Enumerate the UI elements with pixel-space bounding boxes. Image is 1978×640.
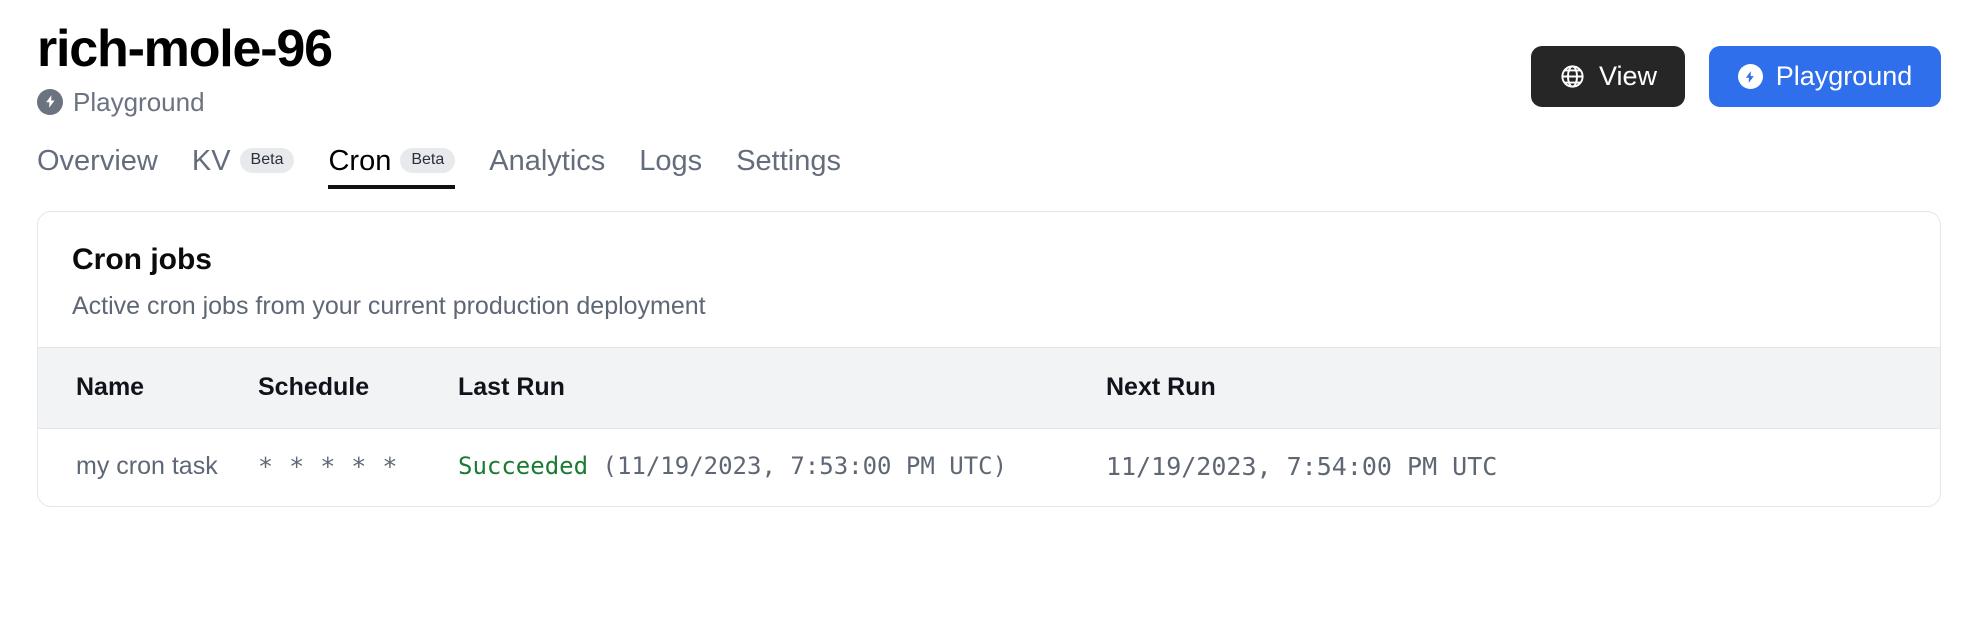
project-subtitle-label: Playground <box>73 89 205 115</box>
column-header-next-run: Next Run <box>1106 347 1940 428</box>
column-header-last-run: Last Run <box>458 347 1106 428</box>
tab-overview[interactable]: Overview <box>37 147 158 189</box>
card-header: Cron jobs Active cron jobs from your cur… <box>38 212 1940 347</box>
page-root: rich-mole-96 Playground <box>0 0 1978 640</box>
bolt-icon <box>1738 64 1763 89</box>
tab-analytics[interactable]: Analytics <box>489 147 605 189</box>
project-subtitle: Playground <box>37 89 332 115</box>
beta-badge: Beta <box>400 148 455 173</box>
tab-bar: Overview KV Beta Cron Beta Analytics Log… <box>37 137 1941 189</box>
column-header-name: Name <box>38 347 258 428</box>
view-button-label: View <box>1599 61 1657 92</box>
table-row: my cron task * * * * * Succeeded (11/19/… <box>38 428 1940 506</box>
beta-badge: Beta <box>240 148 295 173</box>
table-header-row: Name Schedule Last Run Next Run <box>38 347 1940 428</box>
tab-logs[interactable]: Logs <box>639 147 702 189</box>
tab-analytics-label: Analytics <box>489 147 605 176</box>
cron-jobs-table: Name Schedule Last Run Next Run my cron … <box>38 347 1940 507</box>
cell-job-last-run: Succeeded (11/19/2023, 7:53:00 PM UTC) <box>458 428 1106 506</box>
tab-settings-label: Settings <box>736 147 841 176</box>
globe-icon <box>1559 63 1586 90</box>
playground-button[interactable]: Playground <box>1709 46 1941 107</box>
card-description: Active cron jobs from your current produ… <box>72 291 1906 321</box>
column-header-schedule: Schedule <box>258 347 458 428</box>
cell-job-name: my cron task <box>38 428 258 506</box>
playground-button-label: Playground <box>1776 61 1913 92</box>
tab-kv[interactable]: KV Beta <box>192 147 295 189</box>
header-actions: View Playground <box>1531 22 1941 107</box>
tab-overview-label: Overview <box>37 147 158 176</box>
tab-cron[interactable]: Cron Beta <box>328 147 455 189</box>
project-title-block: rich-mole-96 Playground <box>37 22 332 115</box>
cell-job-schedule: * * * * * <box>258 428 458 506</box>
card-title: Cron jobs <box>72 242 1906 278</box>
table-header: Name Schedule Last Run Next Run <box>38 347 1940 428</box>
cell-job-next-run: 11/19/2023, 7:54:00 PM UTC <box>1106 428 1940 506</box>
tab-cron-label: Cron <box>328 147 391 176</box>
bolt-icon <box>37 89 63 115</box>
cron-jobs-card: Cron jobs Active cron jobs from your cur… <box>37 211 1941 508</box>
table-body: my cron task * * * * * Succeeded (11/19/… <box>38 428 1940 506</box>
tab-settings[interactable]: Settings <box>736 147 841 189</box>
last-run-timestamp: (11/19/2023, 7:53:00 PM UTC) <box>603 452 1008 480</box>
tab-kv-label: KV <box>192 147 231 176</box>
page-title: rich-mole-96 <box>37 22 332 77</box>
view-button[interactable]: View <box>1531 46 1685 107</box>
tab-logs-label: Logs <box>639 147 702 176</box>
status-badge: Succeeded <box>458 452 588 480</box>
page-header: rich-mole-96 Playground <box>37 0 1941 115</box>
